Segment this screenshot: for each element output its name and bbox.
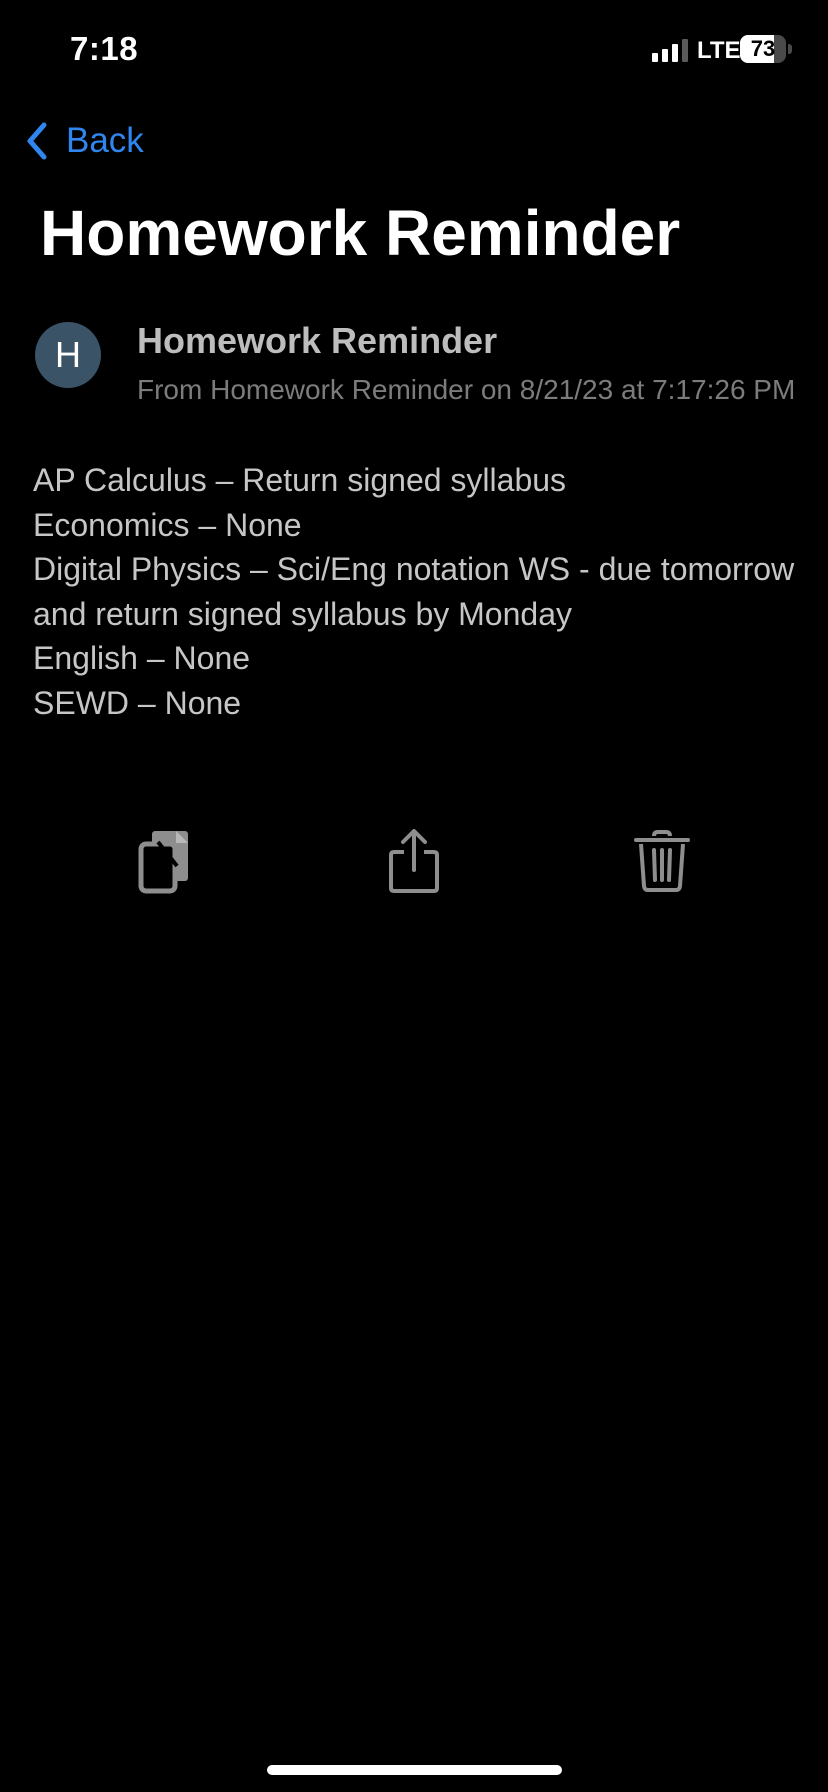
share-icon (389, 829, 439, 893)
message-meta: From Homework Reminder on 8/21/23 at 7:1… (137, 374, 796, 405)
message-line: AP Calculus – Return signed syllabus (33, 462, 567, 498)
back-label: Back (66, 121, 144, 160)
chevron-left-icon (27, 122, 47, 160)
delete-button[interactable] (632, 828, 692, 894)
page-title: Homework Reminder (40, 197, 681, 269)
status-bar: 7:18 LTE 73 (0, 0, 828, 100)
battery-percentage: 73 (750, 36, 776, 61)
message-line: Economics – None (33, 506, 302, 543)
avatar: H (35, 322, 101, 388)
sender-name: Homework Reminder (137, 320, 498, 361)
copy-icon (138, 831, 188, 894)
battery-tip (788, 44, 792, 54)
back-button[interactable]: Back (22, 118, 144, 164)
network-type: LTE (697, 37, 741, 64)
message-line: English – None (33, 640, 251, 676)
trash-icon (634, 830, 690, 892)
battery-icon: 73 (740, 35, 786, 63)
message-line: SEWD – None (33, 684, 242, 721)
message-line: Digital Physics – Sci/Eng notation WS - … (33, 551, 795, 632)
share-button[interactable] (384, 828, 444, 894)
home-indicator[interactable] (267, 1765, 562, 1775)
status-time: 7:18 (70, 30, 139, 67)
copy-button[interactable] (136, 828, 196, 894)
message-body: AP Calculus – Return signed syllabus Eco… (33, 458, 808, 725)
cellular-signal-icon (652, 38, 688, 62)
